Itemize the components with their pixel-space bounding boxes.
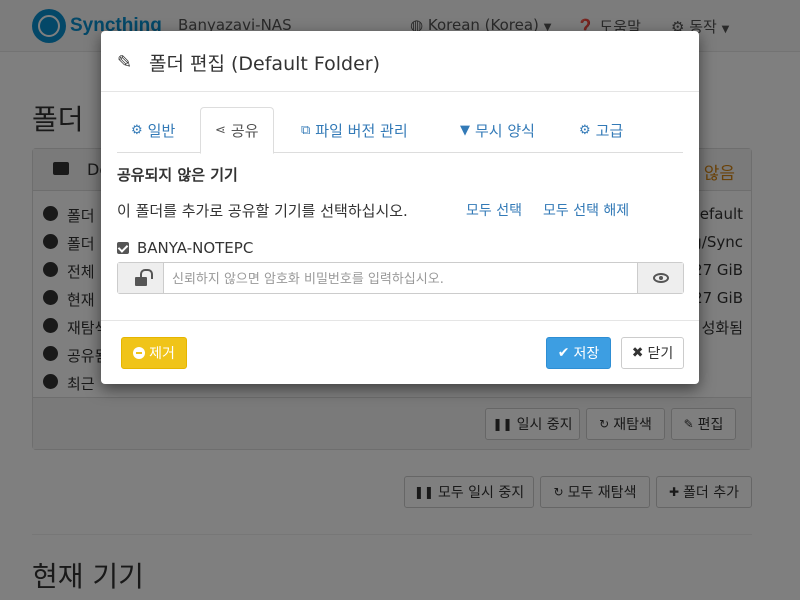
modal-footer: 제거 ✔ 저장 ✖ 닫기 (101, 320, 699, 384)
modal-tabs: ⚙ 일반 ⋖ 공유 ⧉ 파일 버전 관리 ▼ 무시 양식 ⚙ 고급 (117, 107, 683, 154)
deselect-all-link[interactable]: 모두 선택 해제 (543, 200, 629, 220)
pencil-icon: ✎ (117, 52, 133, 73)
tab-label: 공유 (230, 122, 259, 140)
encryption-password-group: 신뢰하지 않으면 암호화 비밀번호를 입력하십시오. (117, 262, 684, 294)
share-icon: ⋖ (215, 123, 226, 138)
tab-label: 일반 (147, 121, 176, 140)
close-label: 닫기 (647, 346, 674, 362)
tab-sharing[interactable]: ⋖ 공유 (200, 107, 274, 154)
close-icon: ✖ (631, 345, 644, 361)
tab-ignore-patterns[interactable]: ▼ 무시 양식 (446, 107, 549, 153)
show-password-button[interactable] (637, 263, 683, 293)
eye-icon (652, 273, 669, 283)
tab-label: 파일 버전 관리 (315, 121, 408, 140)
encryption-password-input[interactable]: 신뢰하지 않으면 암호화 비밀번호를 입력하십시오. (172, 268, 444, 287)
modal-title: 폴더 편집 (Default Folder) (149, 53, 381, 75)
remove-label: 제거 (149, 346, 175, 362)
encryption-toggle[interactable] (118, 263, 164, 293)
modal-header: ✎ 폴더 편집 (Default Folder) (101, 31, 699, 92)
unlock-icon (134, 268, 153, 286)
tab-general[interactable]: ⚙ 일반 (117, 107, 189, 153)
edit-folder-modal: ✎ 폴더 편집 (Default Folder) ⚙ 일반 ⋖ 공유 ⧉ 파일 버전 … (101, 31, 699, 384)
tab-advanced[interactable]: ⚙ 고급 (565, 107, 637, 153)
select-all-link[interactable]: 모두 선택 (466, 200, 522, 220)
save-label: 저장 (573, 346, 600, 362)
remove-button[interactable]: 제거 (121, 337, 187, 369)
tab-file-versioning[interactable]: ⧉ 파일 버전 관리 (287, 107, 422, 153)
filter-icon: ▼ (460, 122, 470, 138)
device-checkbox[interactable] (117, 242, 129, 254)
tab-label: 고급 (595, 121, 624, 140)
save-button[interactable]: ✔ 저장 (546, 337, 611, 369)
check-icon: ✔ (557, 345, 570, 361)
device-name-label: BANYA-NOTEPC (137, 239, 254, 257)
tab-label: 무시 양식 (475, 121, 535, 140)
gear-icon: ⚙ (131, 122, 143, 138)
cogs-icon: ⚙ (579, 122, 591, 138)
share-help-text: 이 폴더를 추가로 공유할 기기를 선택하십시오. (117, 202, 408, 220)
unshared-devices-heading: 공유되지 않은 기기 (117, 166, 238, 184)
copy-icon: ⧉ (301, 122, 311, 138)
close-button[interactable]: ✖ 닫기 (621, 337, 684, 369)
minus-circle-icon (133, 347, 146, 359)
